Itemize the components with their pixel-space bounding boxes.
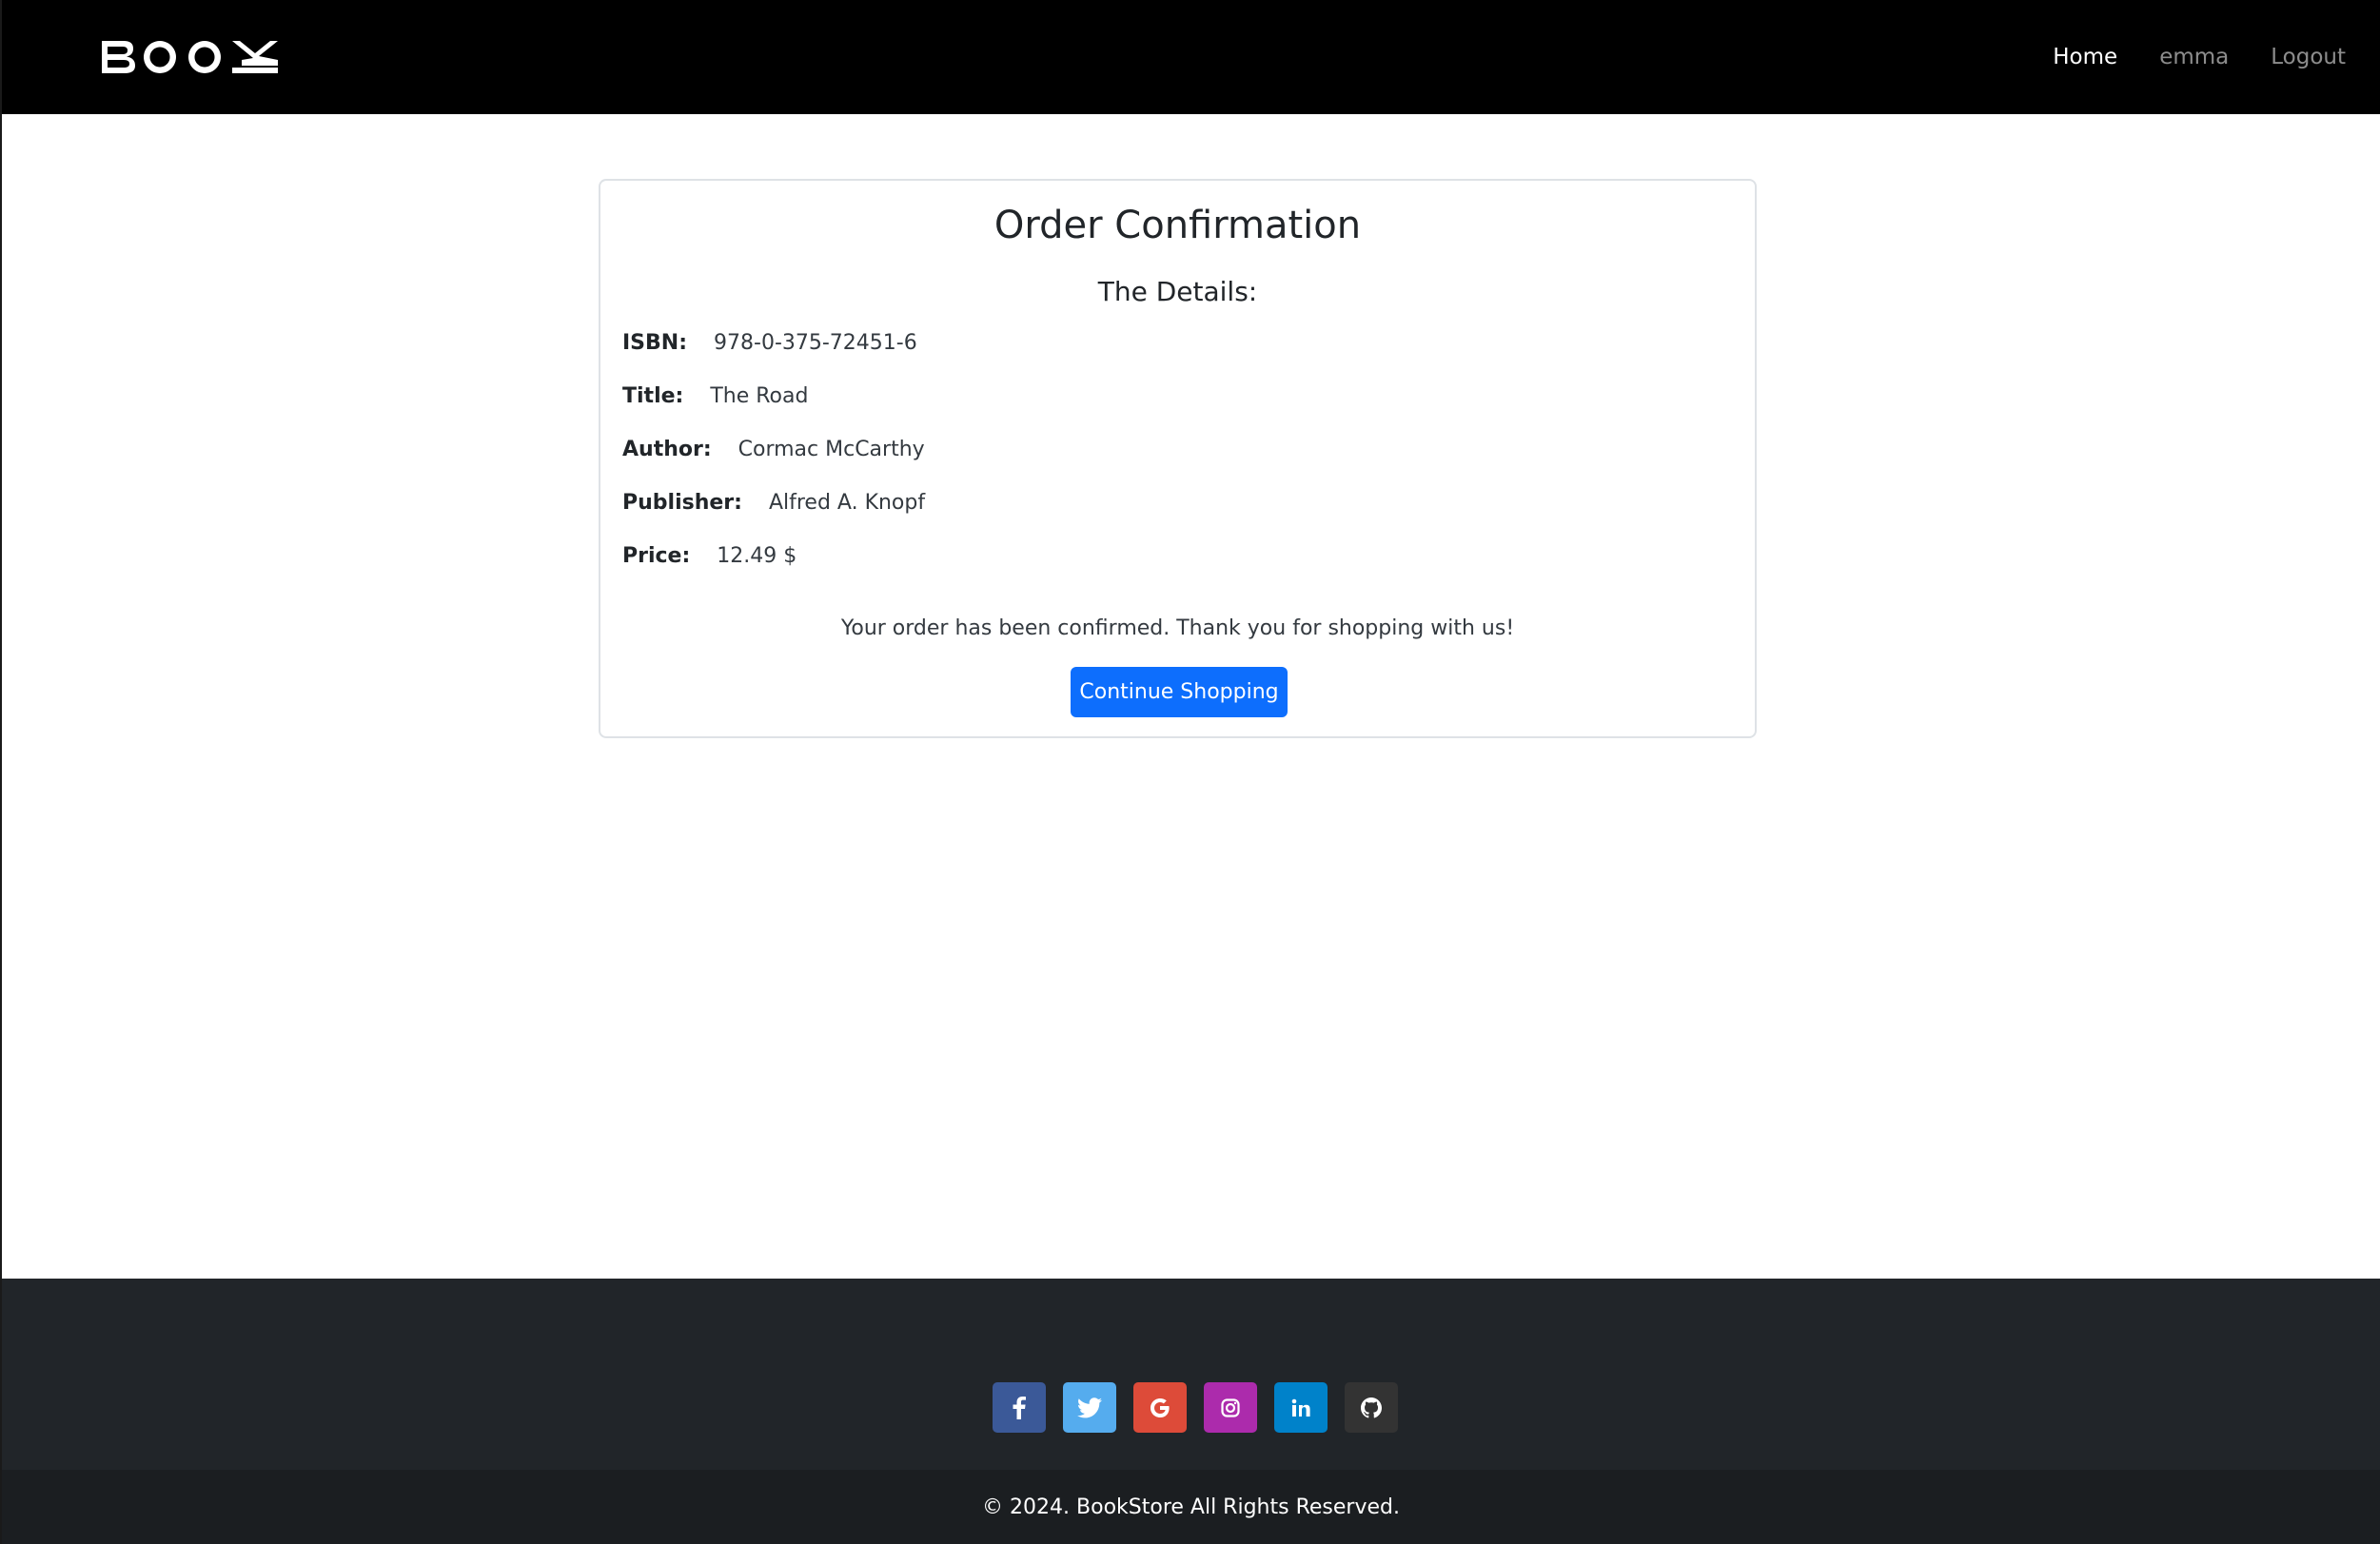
nav-link-logout[interactable]: Logout — [2271, 45, 2346, 69]
google-icon[interactable] — [1133, 1382, 1187, 1433]
detail-label: Price: — [622, 543, 691, 568]
detail-value: Cormac McCarthy — [738, 437, 925, 461]
detail-value: Alfred A. Knopf — [768, 490, 926, 515]
brand-logo[interactable] — [99, 38, 280, 76]
footer: © 2024. BookStore All Rights Reserved. — [2, 1279, 2380, 1544]
page-title: Order Confirmation — [993, 204, 1362, 247]
linkedin-icon[interactable] — [1274, 1382, 1328, 1433]
detail-row-publisher: Publisher: Alfred A. Knopf — [622, 476, 925, 529]
detail-row-title: Title: The Road — [622, 369, 925, 422]
nav-link-home[interactable]: Home — [2053, 45, 2117, 69]
details-heading: The Details: — [1097, 276, 1258, 307]
detail-row-isbn: ISBN: 978-0-375-72451-6 — [622, 316, 925, 369]
confirmation-message: Your order has been confirmed. Thank you… — [840, 616, 1515, 640]
detail-value: 12.49 $ — [717, 543, 797, 568]
nav-links: Home emma Logout — [2053, 0, 2346, 114]
order-confirmation-card: Order Confirmation The Details: ISBN: 97… — [599, 179, 1757, 738]
order-details: ISBN: 978-0-375-72451-6 Title: The Road … — [622, 316, 925, 582]
social-links — [993, 1382, 1398, 1433]
nav-link-user[interactable]: emma — [2159, 45, 2229, 69]
navbar: Home emma Logout — [2, 0, 2380, 114]
detail-value: 978-0-375-72451-6 — [714, 330, 917, 355]
detail-label: Author: — [622, 437, 712, 461]
copyright-text: © 2024. BookStore All Rights Reserved. — [982, 1495, 1400, 1519]
twitter-icon[interactable] — [1063, 1382, 1116, 1433]
detail-value: The Road — [710, 383, 809, 408]
page: Home emma Logout Order Confirmation The … — [0, 0, 2380, 1544]
copyright-bar: © 2024. BookStore All Rights Reserved. — [2, 1470, 2380, 1544]
detail-row-author: Author: Cormac McCarthy — [622, 422, 925, 476]
detail-label: Title: — [622, 383, 684, 408]
detail-row-price: Price: 12.49 $ — [622, 529, 925, 582]
detail-label: Publisher: — [622, 490, 742, 515]
facebook-icon[interactable] — [993, 1382, 1046, 1433]
github-icon[interactable] — [1345, 1382, 1398, 1433]
detail-label: ISBN: — [622, 330, 688, 355]
continue-shopping-button[interactable]: Continue Shopping — [1071, 667, 1288, 717]
instagram-icon[interactable] — [1204, 1382, 1257, 1433]
